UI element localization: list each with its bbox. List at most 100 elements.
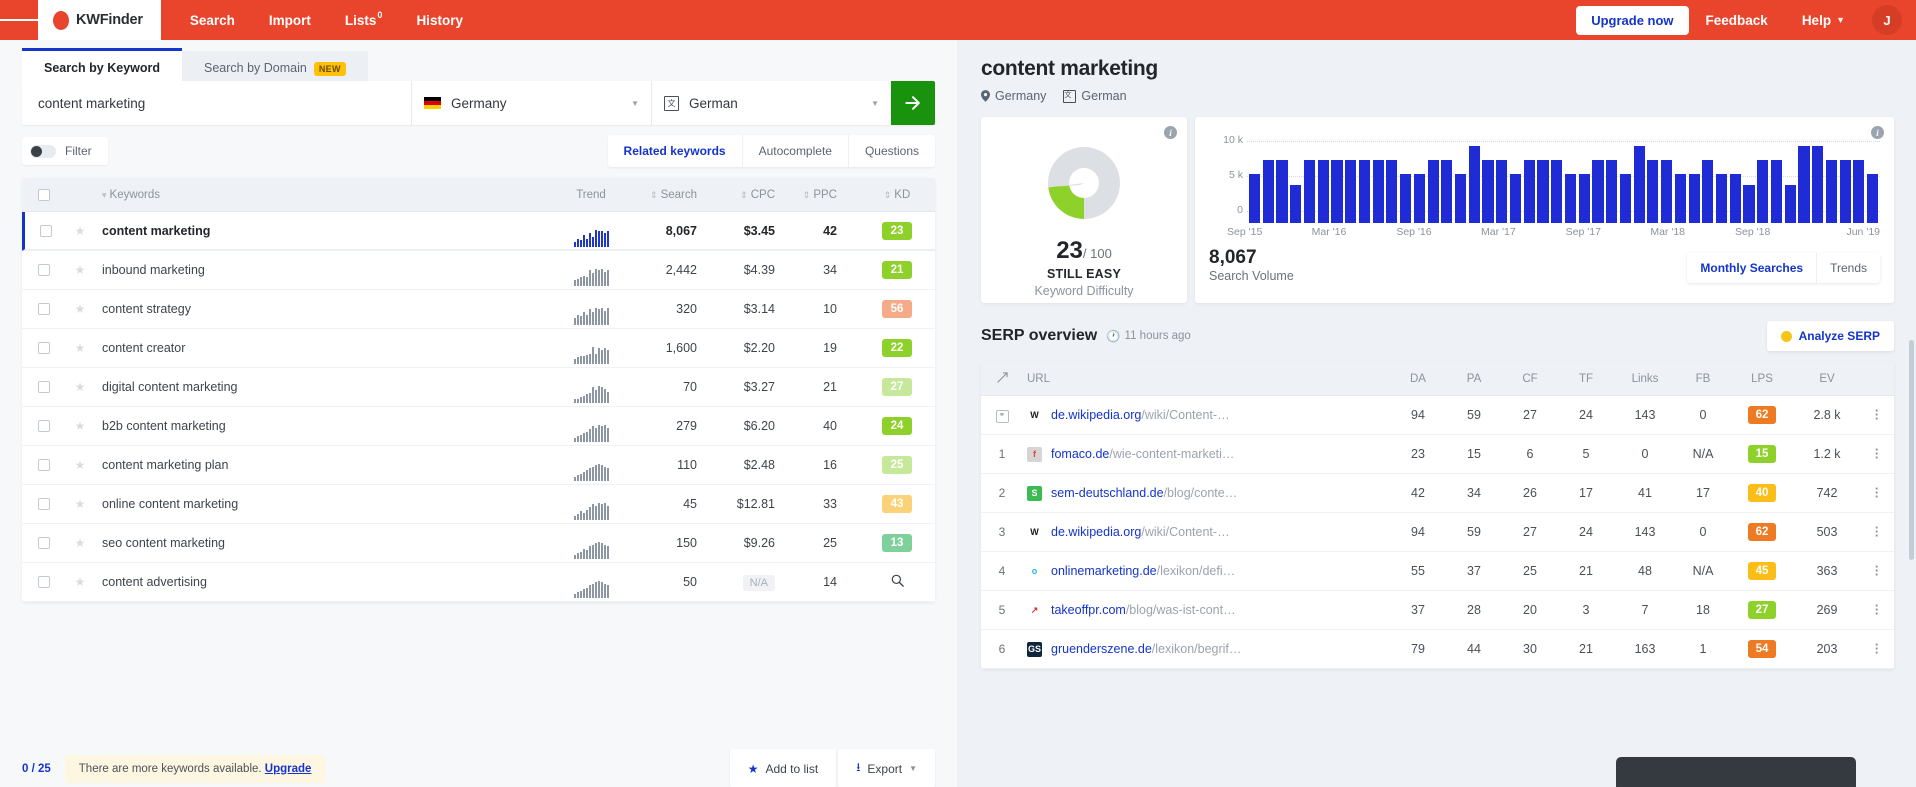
more-vertical-icon[interactable]: · · · xyxy=(1860,599,1894,620)
nav-item-search[interactable]: Search xyxy=(173,0,252,40)
serp-row-menu[interactable]: · · · xyxy=(1860,404,1894,425)
star-icon[interactable]: ★ xyxy=(75,536,86,550)
serp-domain[interactable]: gruenderszene.de xyxy=(1051,642,1152,656)
row-checkbox[interactable] xyxy=(38,420,50,432)
serp-url-cell[interactable]: W de.wikipedia.org/wiki/Content-… xyxy=(1023,524,1390,540)
keyword-cell[interactable]: online content marketing xyxy=(94,497,551,511)
keyword-cell[interactable]: content advertising xyxy=(94,575,551,589)
keyword-cell[interactable]: content strategy xyxy=(94,302,551,316)
table-row[interactable]: ★ digital content marketing 70 $3.27 21 … xyxy=(22,368,935,407)
serp-row-menu[interactable]: · · · xyxy=(1860,638,1894,659)
table-row[interactable]: ★ seo content marketing 150 $9.26 25 13 xyxy=(22,524,935,563)
serp-domain[interactable]: takeoffpr.com xyxy=(1051,603,1126,617)
row-checkbox[interactable] xyxy=(38,576,50,588)
star-icon[interactable]: ★ xyxy=(75,302,86,316)
nav-item-history[interactable]: History xyxy=(399,0,480,40)
table-row[interactable]: ★ b2b content marketing 279 $6.20 40 24 xyxy=(22,407,935,446)
row-checkbox[interactable] xyxy=(38,303,50,315)
search-submit-button[interactable] xyxy=(891,81,935,125)
nav-item-import[interactable]: Import xyxy=(252,0,328,40)
row-checkbox[interactable] xyxy=(38,498,50,510)
toggle-monthly-searches[interactable]: Monthly Searches xyxy=(1687,253,1818,283)
serp-url-cell[interactable]: W de.wikipedia.org/wiki/Content-… xyxy=(1023,407,1390,423)
row-checkbox[interactable] xyxy=(38,537,50,549)
column-header-ppc[interactable]: ⇕ PPC xyxy=(787,189,859,201)
info-icon[interactable]: i xyxy=(1164,126,1177,139)
serp-url-cell[interactable]: ↗ takeoffpr.com/blog/was-ist-cont… xyxy=(1023,602,1390,618)
serp-row[interactable]: 2 S sem-deutschland.de/blog/conte… 42 34… xyxy=(981,474,1894,513)
keyword-search-input[interactable] xyxy=(22,81,411,125)
column-header-pa[interactable]: PA xyxy=(1446,373,1502,385)
column-header-links[interactable]: Links xyxy=(1614,373,1676,385)
vertical-scrollbar[interactable] xyxy=(1909,340,1914,560)
keyword-cell[interactable]: content marketing plan xyxy=(94,458,551,472)
serp-domain[interactable]: de.wikipedia.org xyxy=(1051,525,1141,539)
serp-row[interactable]: 3 W de.wikipedia.org/wiki/Content-… 94 5… xyxy=(981,513,1894,552)
row-checkbox[interactable] xyxy=(38,342,50,354)
row-checkbox[interactable] xyxy=(38,381,50,393)
serp-row[interactable]: 6 GS gruenderszene.de/lexikon/begrif… 79… xyxy=(981,630,1894,669)
tab-search-by-keyword[interactable]: Search by Keyword xyxy=(22,48,183,81)
keyword-cell[interactable]: content creator xyxy=(94,341,551,355)
column-header-ev[interactable]: EV xyxy=(1794,373,1860,385)
row-checkbox[interactable] xyxy=(38,459,50,471)
keyword-cell[interactable]: b2b content marketing xyxy=(94,419,551,433)
more-vertical-icon[interactable]: · · · xyxy=(1860,404,1894,425)
toggle-trends[interactable]: Trends xyxy=(1817,253,1880,283)
tab-search-by-domain[interactable]: Search by Domain NEW xyxy=(182,51,368,81)
table-row[interactable]: ★ content marketing plan 110 $2.48 16 25 xyxy=(22,446,935,485)
keyword-cell[interactable]: digital content marketing xyxy=(94,380,551,394)
column-header-tf[interactable]: TF xyxy=(1558,373,1614,385)
serp-domain[interactable]: de.wikipedia.org xyxy=(1051,408,1141,422)
table-row[interactable]: ★ content creator 1,600 $2.20 19 22 xyxy=(22,329,935,368)
column-header-kd[interactable]: ⇕ KD xyxy=(859,189,935,201)
more-vertical-icon[interactable]: · · · xyxy=(1860,443,1894,464)
column-header-cf[interactable]: CF xyxy=(1502,373,1558,385)
filter-toggle-button[interactable]: Filter xyxy=(22,137,108,165)
more-vertical-icon[interactable]: · · · xyxy=(1860,482,1894,503)
select-all-checkbox[interactable] xyxy=(38,188,50,201)
serp-row-menu[interactable]: · · · xyxy=(1860,482,1894,503)
filter-switch[interactable] xyxy=(30,144,56,158)
keyword-cell[interactable]: content marketing xyxy=(94,224,551,238)
star-icon[interactable]: ★ xyxy=(75,419,86,433)
column-header-search[interactable]: ⇕ Search xyxy=(631,189,709,201)
upgrade-link[interactable]: Upgrade xyxy=(265,763,312,775)
star-icon[interactable]: ★ xyxy=(75,380,86,394)
search-icon[interactable] xyxy=(891,574,904,587)
analyze-serp-button[interactable]: Analyze SERP xyxy=(1766,321,1894,351)
star-icon[interactable]: ★ xyxy=(75,341,86,355)
star-icon[interactable]: ★ xyxy=(75,263,86,277)
star-icon[interactable]: ★ xyxy=(75,224,86,238)
serp-url-cell[interactable]: o onlinemarketing.de/lexikon/defi… xyxy=(1023,563,1390,579)
add-to-list-button[interactable]: ★ Add to list xyxy=(729,749,837,787)
column-header-fb[interactable]: FB xyxy=(1676,373,1730,385)
column-header-lps[interactable]: LPS xyxy=(1730,373,1794,385)
upgrade-now-button[interactable]: Upgrade now xyxy=(1576,5,1689,35)
nav-item-feedback[interactable]: Feedback xyxy=(1689,0,1785,40)
segment-questions[interactable]: Questions xyxy=(849,135,935,167)
serp-url-cell[interactable]: S sem-deutschland.de/blog/conte… xyxy=(1023,485,1390,501)
column-header-keywords[interactable]: ▾ Keywords xyxy=(94,189,551,201)
row-checkbox[interactable] xyxy=(38,264,50,276)
serp-row[interactable]: ❞ W de.wikipedia.org/wiki/Content-… 94 5… xyxy=(981,396,1894,435)
segment-autocomplete[interactable]: Autocomplete xyxy=(743,135,849,167)
serp-row-menu[interactable]: · · · xyxy=(1860,521,1894,542)
table-row[interactable]: ★ content strategy 320 $3.14 10 56 xyxy=(22,290,935,329)
more-vertical-icon[interactable]: · · · xyxy=(1860,638,1894,659)
star-icon[interactable]: ★ xyxy=(75,497,86,511)
serp-row[interactable]: 5 ↗ takeoffpr.com/blog/was-ist-cont… 37 … xyxy=(981,591,1894,630)
keyword-cell[interactable]: inbound marketing xyxy=(94,263,551,277)
nav-item-help[interactable]: Help ▼ xyxy=(1785,0,1862,40)
nav-item-lists[interactable]: Lists 0 xyxy=(328,0,400,40)
language-select[interactable]: 文 German ▼ xyxy=(651,81,891,125)
serp-row-menu[interactable]: · · · xyxy=(1860,443,1894,464)
row-checkbox[interactable] xyxy=(39,224,52,237)
more-vertical-icon[interactable]: · · · xyxy=(1860,521,1894,542)
user-avatar[interactable]: J xyxy=(1872,5,1902,35)
star-icon[interactable]: ★ xyxy=(75,575,86,589)
table-row[interactable]: ★ inbound marketing 2,442 $4.39 34 21 xyxy=(22,251,935,290)
serp-domain[interactable]: fomaco.de xyxy=(1051,447,1109,461)
country-select[interactable]: Germany ▼ xyxy=(411,81,651,125)
serp-row-menu[interactable]: · · · xyxy=(1860,599,1894,620)
